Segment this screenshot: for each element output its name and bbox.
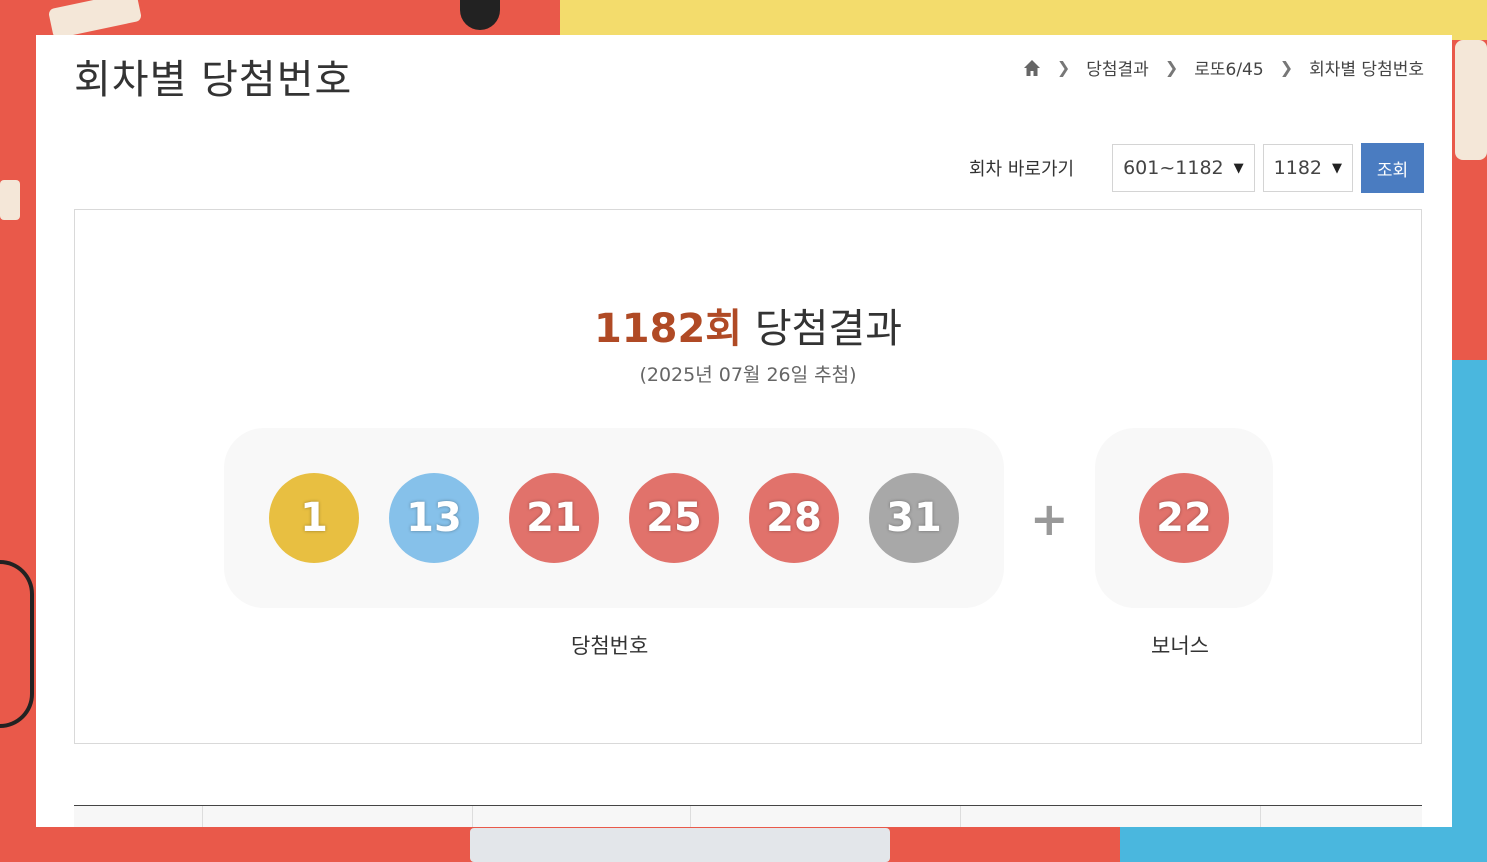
lotto-ball: 31 (869, 473, 959, 563)
chevron-right-icon: ❯ (1056, 58, 1071, 77)
background-decor (460, 0, 500, 30)
background-decor (560, 0, 1487, 40)
background-decor (0, 180, 20, 220)
background-decor (1455, 40, 1487, 160)
result-title-suffix: 당첨결과 (754, 306, 903, 352)
round-jump-bar: 회차 바로가기 601~1182 ▼ 1182 ▼ 조회 (969, 143, 1424, 193)
winning-numbers: 1 13 21 25 28 31 (224, 428, 1004, 608)
round-select[interactable]: 1182 ▼ (1262, 144, 1353, 192)
breadcrumb-item-current: 회차별 당첨번호 (1309, 60, 1424, 80)
background-decor (0, 560, 34, 728)
lotto-ball: 25 (629, 473, 719, 563)
background-decor (470, 828, 890, 862)
table-column-divider (202, 806, 203, 827)
background-decor (1120, 826, 1487, 862)
bonus-caption: 보너스 (1151, 634, 1209, 658)
draw-date: (2025년 07월 26일 추첨) (639, 364, 857, 386)
round-jump-label: 회차 바로가기 (969, 159, 1075, 180)
chevron-right-icon: ❯ (1279, 58, 1294, 77)
page-title: 회차별 당첨번호 (74, 57, 353, 103)
round-number: 1182회 (593, 306, 743, 352)
lotto-ball: 28 (749, 473, 839, 563)
results-table-header (74, 805, 1422, 827)
breadcrumb-item-lotto[interactable]: 로또6/45 (1194, 55, 1263, 80)
breadcrumb: ❯ 당첨결과 ❯ 로또6/45 ❯ 회차별 당첨번호 (1023, 55, 1424, 80)
home-icon[interactable] (1023, 59, 1041, 77)
round-select-value: 1182 (1273, 157, 1322, 179)
content-panel: 회차별 당첨번호 ❯ 당첨결과 ❯ 로또6/45 ❯ 회차별 당첨번호 회차 바… (36, 35, 1452, 827)
range-select[interactable]: 601~1182 ▼ (1112, 144, 1255, 192)
lotto-ball: 21 (509, 473, 599, 563)
search-button[interactable]: 조회 (1361, 143, 1424, 193)
plus-icon: + (1030, 492, 1069, 546)
table-column-divider (1260, 806, 1261, 827)
breadcrumb-item-results[interactable]: 당첨결과 (1086, 55, 1149, 80)
bonus-number-area: 22 (1095, 428, 1273, 608)
bonus-ball: 22 (1139, 473, 1229, 563)
table-column-divider (960, 806, 961, 827)
background-decor (1452, 360, 1487, 862)
result-box: 1182회 당첨결과 (2025년 07월 26일 추첨) 1 13 21 25 28 3… (74, 209, 1422, 744)
caret-down-icon: ▼ (1233, 160, 1244, 176)
range-select-value: 601~1182 (1123, 157, 1224, 179)
result-title: 1182회 당첨결과 (75, 296, 1421, 354)
winning-caption: 당첨번호 (571, 634, 649, 658)
caret-down-icon: ▼ (1332, 160, 1342, 176)
chevron-right-icon: ❯ (1164, 58, 1179, 77)
background-decor (47, 0, 143, 40)
lotto-ball: 1 (269, 473, 359, 563)
table-column-divider (690, 806, 691, 827)
lotto-ball: 13 (389, 473, 479, 563)
table-column-divider (472, 806, 473, 827)
